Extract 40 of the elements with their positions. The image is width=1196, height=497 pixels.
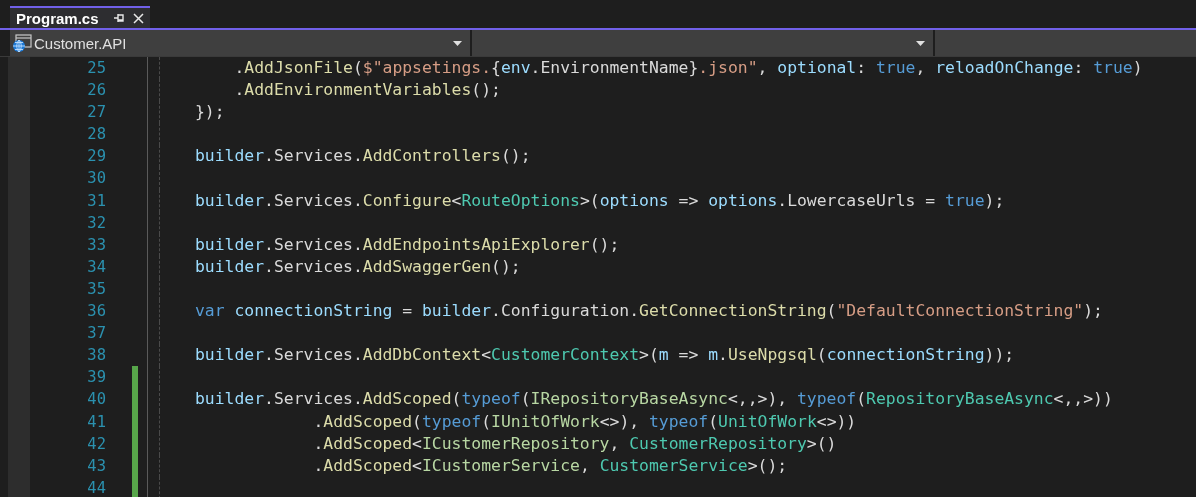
line-number: 32 xyxy=(86,212,106,234)
line-number: 29 xyxy=(86,146,106,168)
code-line: .AddScoped(typeof(IUnitOfWork<>), typeof(UnitOfWork<>)) xyxy=(312,410,857,433)
dropdown-caret-icon xyxy=(453,40,462,46)
line-number: 43 xyxy=(86,455,106,477)
code-line: builder.Services.Configure<RouteOptions>(options => options.LowercaseUrls = true); xyxy=(195,189,1005,212)
file-tab[interactable]: Program.cs xyxy=(10,6,150,28)
code-line: .AddScoped<ICustomerRepository, CustomerRepository>() xyxy=(312,432,837,455)
code-line: builder.Services.AddControllers(); xyxy=(195,145,531,168)
line-number: 25 xyxy=(86,58,106,79)
code-line: }); xyxy=(195,101,225,124)
code-line: builder.Services.AddEndpointsApiExplorer(); xyxy=(195,233,620,256)
code-line: var connectionString = builder.Configuration.GetConnectionString("DefaultConnectionString"); xyxy=(195,300,1103,323)
line-number: 34 xyxy=(86,256,106,278)
code-line: builder.Services.AddSwaggerGen(); xyxy=(195,255,521,278)
code-line: .AddJsonFile($"appsetings.{env.EnvironmentName}.json", optional: true, reloadOnChange: true) xyxy=(233,57,1143,79)
line-number: 26 xyxy=(86,80,106,102)
code-line: .AddEnvironmentVariables(); xyxy=(233,79,501,102)
line-number: 38 xyxy=(86,345,106,367)
line-number: 41 xyxy=(86,411,106,433)
code-line: .AddScoped<ICustomerService, CustomerService>(); xyxy=(312,454,788,477)
line-number: 42 xyxy=(86,433,106,455)
line-number: 27 xyxy=(86,102,106,124)
code-line: builder.Services.AddDbContext<CustomerContext>(m => m.UseNpgsql(connectionString)); xyxy=(195,344,1015,367)
code-line: builder.Services.AddScoped(typeof(IRepositoryBaseAsync<,,>), typeof(RepositoryBaseAsync<,,>)) xyxy=(195,388,1113,411)
dropdown-caret-icon xyxy=(916,40,925,46)
close-icon[interactable] xyxy=(133,12,144,24)
project-dropdown[interactable]: Customer.API xyxy=(10,30,470,56)
line-number: 33 xyxy=(86,234,106,256)
line-number: 44 xyxy=(86,477,106,497)
line-number: 28 xyxy=(86,124,106,146)
pin-icon[interactable] xyxy=(113,12,125,24)
line-number: 36 xyxy=(86,301,106,323)
line-number: 37 xyxy=(86,323,106,345)
line-number: 30 xyxy=(86,168,106,190)
line-number: 40 xyxy=(86,389,106,411)
web-project-icon xyxy=(12,33,32,53)
line-number: 31 xyxy=(86,190,106,212)
line-number: 39 xyxy=(86,367,106,389)
line-number: 35 xyxy=(86,278,106,300)
